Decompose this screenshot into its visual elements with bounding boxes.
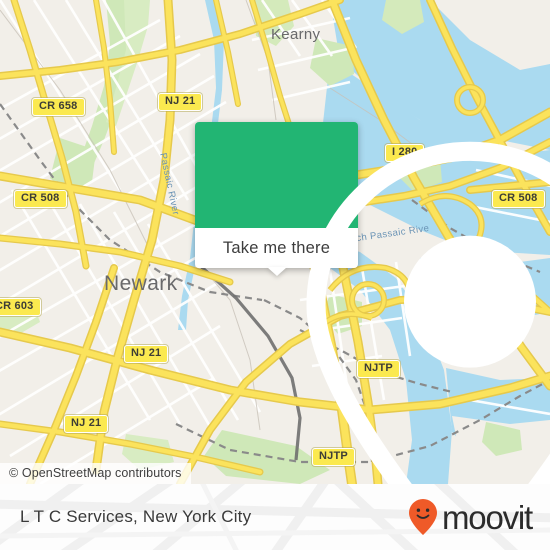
shield-cr-603[interactable]: CR 603 (0, 298, 41, 316)
map-canvas[interactable]: Kearny Newark Passaic River Passaic Rive… (0, 0, 550, 484)
shield-cr-508-west[interactable]: CR 508 (14, 190, 67, 208)
shield-nj-21-north[interactable]: NJ 21 (158, 93, 203, 111)
popup-action-area[interactable]: Take me there (195, 228, 358, 276)
take-me-there-popup[interactable]: Take me there (195, 122, 550, 484)
moovit-map-page: Kearny Newark Passaic River Passaic Rive… (0, 0, 550, 550)
shield-cr-658-west[interactable]: CR 658 (32, 98, 85, 116)
moovit-logo[interactable]: moovit (408, 498, 533, 536)
popup-icon-area (195, 122, 550, 484)
map-pin-icon (306, 141, 550, 484)
moovit-smiley-pin-icon (409, 499, 437, 535)
osm-attribution[interactable]: © OpenStreetMap contributors (0, 463, 191, 484)
popup-tail (266, 267, 287, 276)
page-footer: L T C Services, New York City moovit (0, 484, 550, 550)
shield-nj-21-mid[interactable]: NJ 21 (124, 345, 169, 363)
moovit-wordmark: moovit (442, 498, 533, 536)
take-me-there-label: Take me there (222, 238, 331, 257)
shield-nj-21-south[interactable]: NJ 21 (64, 415, 109, 433)
location-title: L T C Services, New York City (20, 507, 252, 526)
